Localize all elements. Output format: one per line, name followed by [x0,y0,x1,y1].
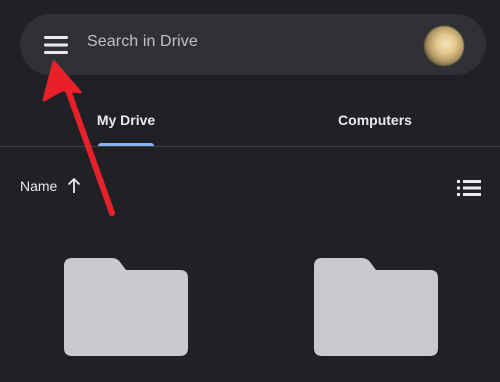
hamburger-menu-icon [44,36,68,54]
sort-by-name-button[interactable]: Name [20,178,81,194]
main-menu-button[interactable] [42,31,70,59]
folder-item[interactable] [312,256,442,360]
tab-my-drive-label: My Drive [96,111,156,128]
sort-row: Name [0,170,500,206]
folder-item[interactable] [62,256,192,360]
search-bar[interactable]: Search in Drive [20,14,486,75]
tab-computers-label: Computers [338,111,412,128]
tab-my-drive[interactable]: My Drive [76,92,176,147]
sort-label: Name [20,178,58,194]
search-input[interactable]: Search in Drive [87,33,198,51]
list-view-button[interactable] [454,176,484,200]
account-avatar[interactable] [424,26,464,66]
tab-computers[interactable]: Computers [320,92,430,147]
arrow-up-icon [68,178,81,193]
list-view-icon [457,180,481,196]
drive-tabs: My Drive Computers [0,92,500,148]
folder-icon [314,258,438,356]
tabs-divider [0,146,500,147]
folder-icon [64,258,188,356]
drive-screen: Search in Drive My Drive Computers Name [0,0,500,382]
